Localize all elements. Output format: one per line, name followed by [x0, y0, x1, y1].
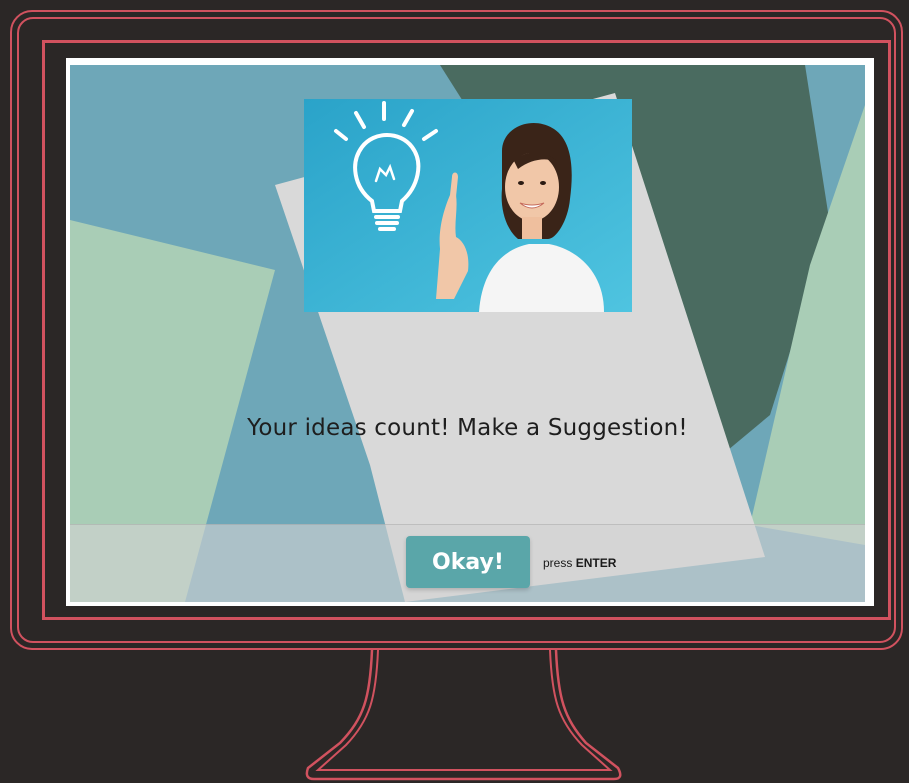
- monitor-stand: [305, 649, 622, 781]
- hint-key: ENTER: [575, 556, 617, 570]
- hint-prefix: press: [543, 556, 573, 570]
- idea-photo: [304, 99, 632, 312]
- monitor-illustration: Your ideas count! Make a Suggestion! Oka…: [0, 0, 909, 783]
- survey-screen: Your ideas count! Make a Suggestion! Oka…: [70, 65, 865, 602]
- okay-button[interactable]: Okay!: [406, 536, 530, 588]
- press-enter-hint: press ENTER: [543, 556, 616, 570]
- suggestion-headline: Your ideas count! Make a Suggestion!: [247, 415, 688, 441]
